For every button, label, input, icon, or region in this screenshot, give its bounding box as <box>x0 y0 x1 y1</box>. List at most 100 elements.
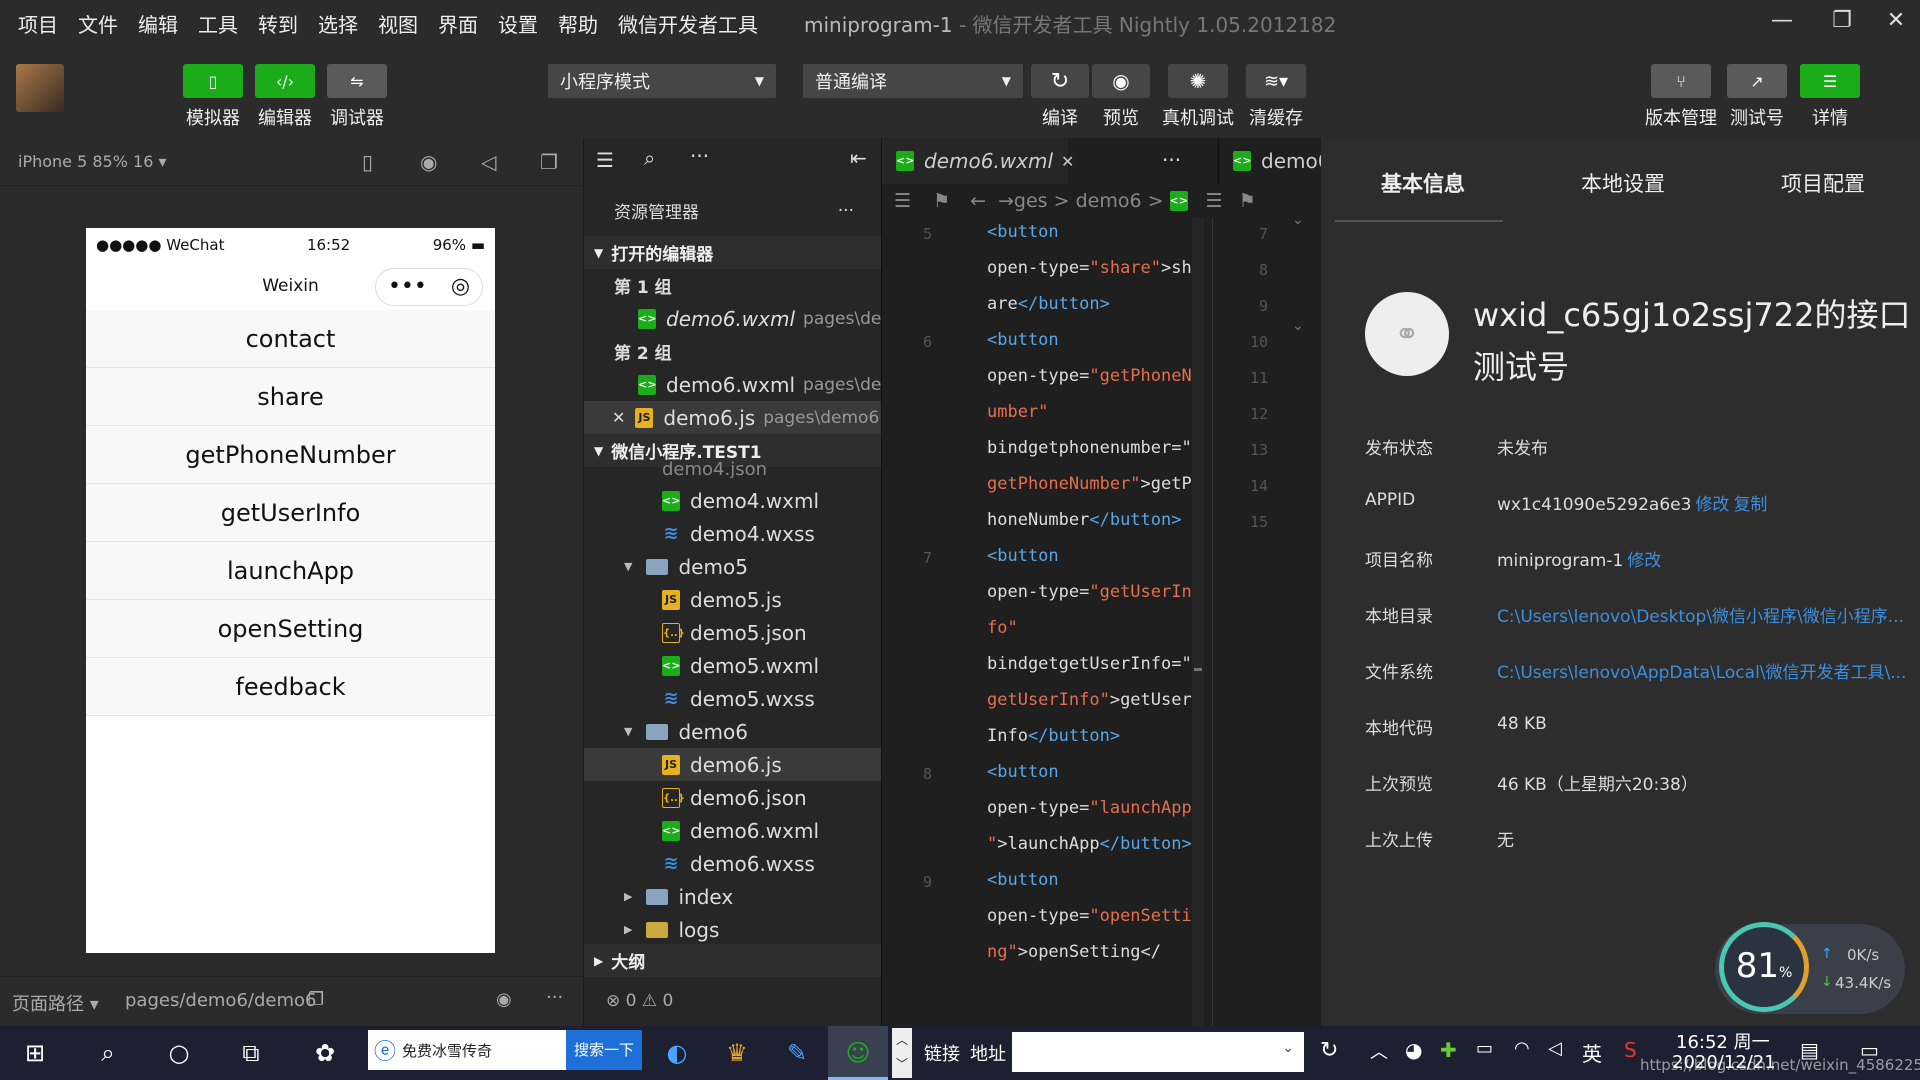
device-select[interactable]: iPhone 5 85% 16 ▾ <box>18 152 166 171</box>
list-icon[interactable]: ☰ <box>596 148 614 172</box>
compile-mode-select[interactable]: 普通编译 ▼ <box>803 64 1023 98</box>
tray-app-icon[interactable]: ✚ <box>1440 1038 1457 1062</box>
menu-item-goto[interactable]: 转到 <box>248 9 308 38</box>
modify-link[interactable]: 修改 <box>1695 495 1729 515</box>
more-icon[interactable]: ··· <box>838 201 854 221</box>
search-button[interactable]: 搜索一下 <box>565 1030 642 1070</box>
toolbar-scroll-icon[interactable]: ︿ ﹀ <box>892 1028 912 1078</box>
menu-item-help[interactable]: 帮助 <box>548 9 608 38</box>
battery-icon[interactable]: ▭ <box>1476 1038 1493 1059</box>
test-no-button[interactable]: ↗ <box>1727 64 1787 98</box>
app-icon[interactable]: ✿ <box>310 1038 340 1068</box>
game-icon[interactable]: ♛ <box>722 1038 752 1068</box>
tray-expand-icon[interactable]: ︿ <box>1370 1038 1388 1064</box>
copy-link[interactable]: 复制 <box>1733 495 1767 515</box>
simulator-button[interactable]: ▯ <box>183 64 243 98</box>
paint-icon[interactable]: ✎ <box>782 1038 812 1068</box>
menu-item-file[interactable]: 文件 <box>68 9 128 38</box>
page-path-label[interactable]: 页面路径 ▾ <box>12 990 99 1016</box>
folder-item[interactable]: ▼ demo6 <box>584 715 882 748</box>
more-dots-icon[interactable]: ••• <box>388 263 427 311</box>
bookmark-icon[interactable]: ⚑ <box>933 190 950 212</box>
file-item[interactable]: ≋ demo4.wxss <box>584 517 882 550</box>
ime-indicator[interactable]: 英 <box>1582 1038 1602 1067</box>
folder-item[interactable]: ▼ demo5 <box>584 550 882 583</box>
bookmark-icon[interactable]: ⚑ <box>1239 190 1256 212</box>
sogou-icon[interactable]: S <box>1624 1038 1637 1062</box>
volume-icon[interactable]: ◁ <box>481 150 496 174</box>
info-value[interactable]: C:\Users\lenovo\Desktop\微信小程序\微信小程序... <box>1497 602 1904 627</box>
browser-search-box[interactable]: ⓔ 免费冰雪传奇 搜索一下 <box>368 1030 642 1070</box>
windows-start-icon[interactable]: ⊞ <box>20 1038 50 1068</box>
file-item[interactable]: JS demo5.js <box>584 583 882 616</box>
more-icon[interactable]: ··· <box>546 987 563 1008</box>
info-value[interactable]: C:\Users\lenovo\AppData\Local\微信开发者工具\..… <box>1497 658 1906 683</box>
close-icon[interactable]: ✕ <box>1872 8 1920 38</box>
menu-item-edit[interactable]: 编辑 <box>128 9 188 38</box>
file-item[interactable]: {..} demo5.json <box>584 616 882 649</box>
tab-project-config[interactable]: 项目配置 <box>1781 168 1865 198</box>
device-icon[interactable]: ▯ <box>362 150 373 174</box>
search-icon[interactable]: ⌕ <box>644 146 655 170</box>
file-item[interactable]: <> demo6.wxml <box>584 814 882 847</box>
file-item[interactable]: {..} demo6.json <box>584 781 882 814</box>
eye-icon[interactable]: ◉ <box>496 989 512 1010</box>
preview-button[interactable]: ◉ <box>1092 64 1150 98</box>
open-editor-item-active[interactable]: ✕ JS demo6.js pages\demo6 <box>584 401 882 434</box>
chevron-down-icon[interactable]: ⌄ <box>1292 212 1304 228</box>
scrollbar[interactable] <box>1192 218 1204 1026</box>
clock-time[interactable]: 16:52 周一 <box>1676 1028 1770 1054</box>
search-icon[interactable]: ⌕ <box>93 1038 123 1068</box>
menu-item-select[interactable]: 选择 <box>308 9 368 38</box>
get-phone-number-button[interactable]: getPhoneNumber <box>86 426 495 484</box>
capsule-menu[interactable]: ••• ◎ <box>375 268 483 306</box>
list-icon[interactable]: ☰ <box>1206 190 1223 212</box>
outline-section[interactable]: ▶ 大纲 <box>584 944 882 977</box>
avatar[interactable] <box>16 64 64 112</box>
volume-icon[interactable]: ◁ <box>1548 1038 1562 1059</box>
folder-item[interactable]: ▶ index <box>584 880 882 913</box>
modify-link[interactable]: 修改 <box>1627 551 1661 571</box>
version-button[interactable]: ⑂ <box>1651 64 1711 98</box>
task-view-icon[interactable]: ⧉ <box>236 1038 266 1068</box>
notification-icon[interactable]: ▭ <box>1860 1038 1879 1062</box>
tab-demo6-right[interactable]: <> demo6 <box>1218 138 1330 184</box>
browser-icon[interactable]: ◐ <box>662 1038 692 1068</box>
open-setting-button[interactable]: openSetting <box>86 600 495 658</box>
contact-button[interactable]: contact <box>86 310 495 368</box>
close-icon[interactable]: ✕ <box>1061 152 1074 171</box>
get-user-info-button[interactable]: getUserInfo <box>86 484 495 542</box>
notes-icon[interactable]: ▤ <box>1800 1038 1819 1062</box>
refresh-icon[interactable]: ↻ <box>1320 1038 1338 1063</box>
more-icon[interactable]: ··· <box>690 144 709 168</box>
open-editors-section[interactable]: ▼ 打开的编辑器 <box>584 236 882 269</box>
file-item[interactable]: JS demo6.js <box>584 748 882 781</box>
compile-button[interactable]: ↻ <box>1031 64 1089 98</box>
clear-cache-button[interactable]: ≋▾ <box>1246 64 1306 98</box>
problems-status[interactable]: ⊗ 0 ⚠ 0 <box>584 984 882 1017</box>
mode-select[interactable]: 小程序模式 ▼ <box>548 64 776 98</box>
file-item[interactable]: ≋ demo5.wxss <box>584 682 882 715</box>
chevron-down-icon[interactable]: ⌄ <box>1292 318 1304 334</box>
back-arrow-icon[interactable]: ← <box>970 190 986 212</box>
debugger-button[interactable]: ⇋ <box>327 64 387 98</box>
window-icon[interactable]: ❐ <box>540 150 558 174</box>
launch-app-button[interactable]: launchApp <box>86 542 495 600</box>
file-item[interactable]: ≋ demo6.wxss <box>584 847 882 880</box>
more-icon[interactable]: ··· <box>1162 148 1181 172</box>
details-button[interactable]: ☰ <box>1800 64 1860 98</box>
menu-item-tools[interactable]: 工具 <box>188 9 248 38</box>
wifi-icon[interactable]: ◠ <box>1514 1038 1530 1059</box>
menu-item-view[interactable]: 视图 <box>368 9 428 38</box>
copy-icon[interactable]: ❐ <box>308 989 324 1010</box>
tab-demo6-wxml[interactable]: <> demo6.wxml ✕ <box>882 138 1074 184</box>
restore-icon[interactable]: ❐ <box>1812 8 1872 38</box>
scrollbar-thumb[interactable] <box>1194 668 1202 671</box>
open-editor-item[interactable]: <>demo6.wxmlpages\de... <box>584 302 882 335</box>
real-debug-button[interactable]: ✺ <box>1168 64 1228 98</box>
file-item[interactable]: <> demo5.wxml <box>584 649 882 682</box>
list-icon[interactable]: ☰ <box>894 190 911 212</box>
menu-item-interface[interactable]: 界面 <box>428 9 488 38</box>
target-icon[interactable]: ◎ <box>451 263 470 311</box>
wechat-devtools-taskbar-item[interactable]: ☺ <box>828 1026 888 1080</box>
